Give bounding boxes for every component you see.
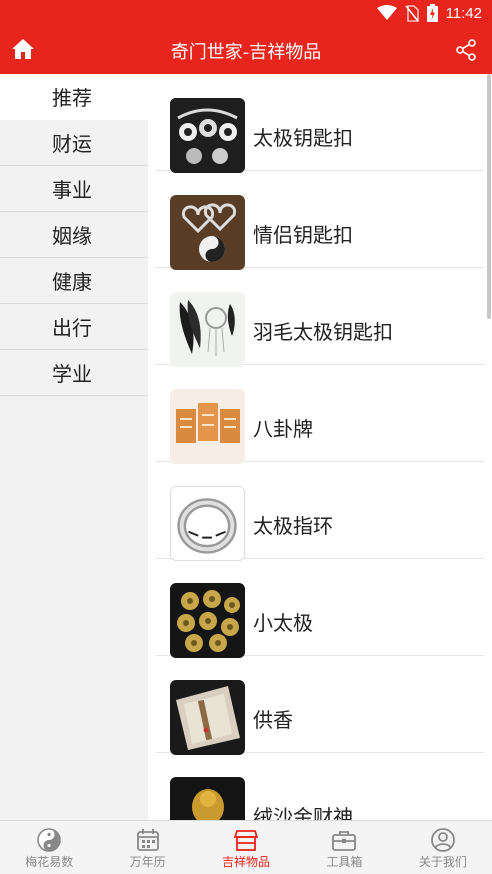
nav-item-meihua[interactable]: 梅花易数 [0, 821, 98, 874]
taiji-icon [37, 828, 62, 852]
product-name: 绒沙金财神 [253, 805, 353, 820]
product-item[interactable]: 太极钥匙扣 [156, 74, 484, 173]
nav-label: 工具箱 [326, 855, 363, 869]
product-item[interactable]: 情侣钥匙扣 [156, 171, 484, 270]
nav-item-about[interactable]: 关于我们 [394, 821, 492, 874]
sidebar-item-recommend[interactable]: 推荐 [0, 74, 148, 120]
battery-charging-icon [426, 4, 438, 22]
product-list[interactable]: 太极钥匙扣 情侣钥匙扣 羽毛太极钥匙扣 八卦牌 太极指环 小太极 供香 绒沙金财… [148, 74, 492, 820]
sidebar-item-label: 财运 [52, 132, 92, 156]
status-time: 11:42 [445, 4, 482, 22]
toolbox-icon [332, 831, 357, 851]
sidebar-item-label: 学业 [52, 362, 92, 386]
sidebar-item-label: 出行 [52, 316, 92, 340]
product-name: 小太极 [253, 611, 313, 635]
product-item[interactable]: 绒沙金财神 [156, 753, 484, 820]
product-thumbnail [170, 98, 245, 173]
page-title: 奇门世家-吉祥物品 [170, 42, 322, 63]
sidebar-item-study[interactable]: 学业 [0, 350, 148, 396]
product-name: 太极钥匙扣 [253, 126, 353, 150]
bottom-nav: 梅花易数 万年历 吉祥物品 工具箱 关于我们 [0, 820, 492, 874]
nav-label: 梅花易数 [25, 855, 74, 869]
nav-item-toolbox[interactable]: 工具箱 [295, 821, 393, 874]
status-bar: 11:42 [0, 0, 492, 26]
product-name: 八卦牌 [253, 417, 313, 441]
list-scrollbar[interactable] [487, 74, 491, 319]
product-item[interactable]: 供香 [156, 656, 484, 755]
product-item[interactable]: 太极指环 [156, 462, 484, 561]
nav-item-calendar[interactable]: 万年历 [98, 821, 196, 874]
user-icon [430, 828, 455, 852]
share-icon [456, 39, 476, 61]
shop-icon [233, 830, 259, 851]
no-sim-icon [404, 4, 419, 22]
product-thumbnail [170, 389, 245, 464]
product-thumbnail [170, 195, 245, 270]
status-icons: 11:42 [376, 4, 482, 22]
sidebar-item-wealth[interactable]: 财运 [0, 120, 148, 166]
sidebar-item-label: 推荐 [52, 86, 92, 110]
nav-label: 关于我们 [418, 855, 467, 869]
app-header: 奇门世家-吉祥物品 [0, 26, 492, 74]
sidebar-item-label: 健康 [52, 270, 92, 294]
product-item[interactable]: 小太极 [156, 559, 484, 658]
sidebar-item-travel[interactable]: 出行 [0, 304, 148, 350]
sidebar-item-marriage[interactable]: 姻缘 [0, 212, 148, 258]
sidebar-item-health[interactable]: 健康 [0, 258, 148, 304]
wifi-icon [376, 5, 397, 20]
product-thumbnail [170, 486, 245, 561]
product-thumbnail [170, 583, 245, 658]
product-item[interactable]: 羽毛太极钥匙扣 [156, 268, 484, 367]
product-name: 羽毛太极钥匙扣 [253, 320, 393, 344]
sidebar-item-label: 姻缘 [52, 224, 92, 248]
product-name: 情侣钥匙扣 [253, 223, 353, 247]
sidebar-item-career[interactable]: 事业 [0, 166, 148, 212]
product-item[interactable]: 八卦牌 [156, 365, 484, 464]
category-sidebar: 推荐 财运 事业 姻缘 健康 出行 学业 [0, 74, 148, 820]
nav-item-lucky-items[interactable]: 吉祥物品 [197, 821, 295, 874]
product-thumbnail [170, 777, 245, 820]
calendar-icon [136, 829, 159, 851]
product-thumbnail [170, 292, 245, 367]
nav-label: 万年历 [129, 855, 166, 869]
nav-label: 吉祥物品 [222, 855, 271, 869]
product-name: 供香 [253, 708, 293, 732]
share-button[interactable] [454, 38, 478, 62]
product-thumbnail [170, 680, 245, 755]
product-name: 太极指环 [253, 514, 333, 538]
sidebar-item-label: 事业 [52, 178, 92, 202]
